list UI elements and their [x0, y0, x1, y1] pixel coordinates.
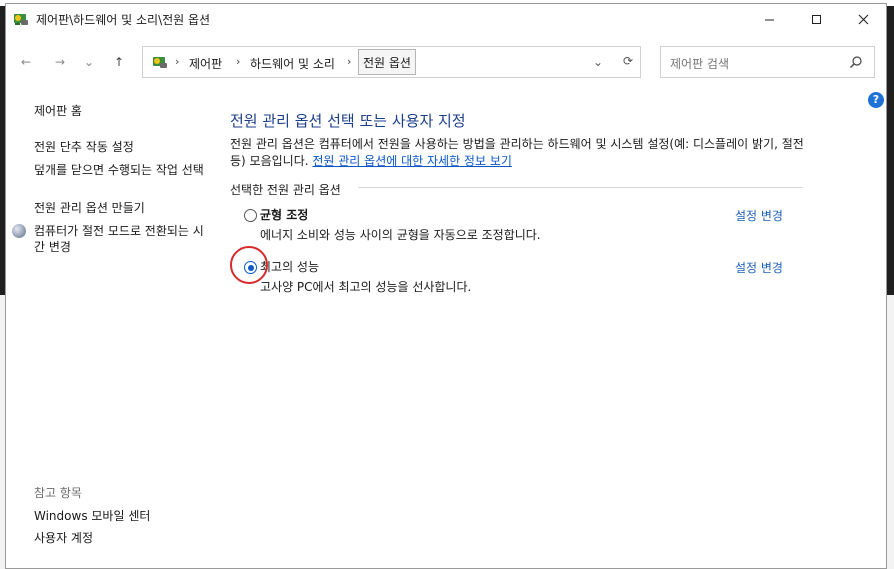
minimize-button[interactable]: [746, 4, 792, 34]
sidebar-item-home[interactable]: 제어판 홈: [34, 103, 82, 119]
more-info-link[interactable]: 전원 관리 옵션에 대한 자세한 정보 보기: [312, 154, 512, 168]
back-button[interactable]: ←: [14, 50, 38, 74]
breadcrumb-separator[interactable]: ›: [175, 55, 179, 68]
search-icon[interactable]: [849, 55, 863, 69]
close-icon: [858, 14, 868, 24]
control-panel-icon: [153, 57, 167, 68]
arrow-up-icon: ↑: [113, 55, 125, 69]
plan-balanced-change-settings[interactable]: 설정 변경: [735, 207, 783, 224]
control-panel-window: 제어판\하드웨어 및 소리\전원 옵션 ← → ⌄ ↑ › 제어판 › 하드웨어…: [5, 3, 887, 569]
search-box[interactable]: 제어판 검색: [660, 46, 875, 78]
plan-ultimate-description: 고사양 PC에서 최고의 성능을 선사합니다.: [260, 280, 472, 294]
page-description: 전원 관리 옵션은 컴퓨터에서 전원을 사용하는 방법을 관리하는 하드웨어 및…: [230, 136, 808, 170]
control-panel-icon: [14, 14, 28, 25]
sidebar-item-user-accounts[interactable]: 사용자 계정: [34, 530, 93, 546]
breadcrumb-control-panel[interactable]: 제어판: [189, 55, 222, 72]
title-bar[interactable]: 제어판\하드웨어 및 소리\전원 옵션: [6, 4, 886, 34]
plan-balanced-label[interactable]: 균형 조정: [260, 206, 308, 223]
window-title: 제어판\하드웨어 및 소리\전원 옵션: [36, 13, 211, 27]
sidebar-item-mobility-center[interactable]: Windows 모바일 센터: [34, 508, 150, 524]
close-button[interactable]: [840, 4, 886, 34]
maximize-icon: [811, 14, 821, 24]
plan-ultimate-label[interactable]: 최고의 성능: [260, 258, 319, 275]
breadcrumb-power-options[interactable]: 전원 옵션: [358, 49, 416, 75]
breadcrumb-separator[interactable]: ›: [347, 55, 351, 68]
help-icon[interactable]: ?: [868, 92, 884, 108]
search-input[interactable]: 제어판 검색: [670, 55, 729, 72]
maximize-button[interactable]: [793, 4, 839, 34]
breadcrumb-separator[interactable]: ›: [236, 55, 240, 68]
minimize-icon: [764, 19, 774, 20]
address-bar[interactable]: › 제어판 › 하드웨어 및 소리 › 전원 옵션 ⌄ ⟳: [142, 46, 641, 78]
sidebar-item-sleep-time[interactable]: 컴퓨터가 절전 모드로 전환되는 시간 변경: [34, 223, 204, 255]
navigation-row: ← → ⌄ ↑ › 제어판 › 하드웨어 및 소리 › 전원 옵션 ⌄ ⟳ 제어…: [6, 42, 886, 82]
highlight-annotation-circle: [230, 246, 268, 284]
sidebar-item-lid-close[interactable]: 덮개를 닫으면 수행되는 작업 선택: [34, 162, 204, 178]
arrow-right-icon: →: [54, 55, 66, 69]
recent-locations-button[interactable]: ⌄: [80, 50, 98, 74]
plan-balanced-description: 에너지 소비와 성능 사이의 균형을 자동으로 조정합니다.: [260, 228, 541, 242]
refresh-icon[interactable]: ⟳: [623, 54, 633, 68]
sidebar-item-create-plan[interactable]: 전원 관리 옵션 만들기: [34, 200, 145, 216]
address-dropdown-icon[interactable]: ⌄: [593, 55, 603, 69]
page-title: 전원 관리 옵션 선택 또는 사용자 지정: [230, 112, 466, 130]
section-label: 선택한 전원 관리 옵션: [230, 183, 341, 197]
breadcrumb-hardware-sound[interactable]: 하드웨어 및 소리: [250, 55, 335, 72]
chevron-down-icon: ⌄: [83, 55, 95, 69]
up-button[interactable]: ↑: [107, 50, 131, 74]
plan-ultimate-change-settings[interactable]: 설정 변경: [735, 259, 783, 276]
see-also-heading: 참고 항목: [34, 486, 82, 500]
sidebar-item-power-button[interactable]: 전원 단추 작동 설정: [34, 139, 134, 155]
sleep-moon-icon: [12, 224, 26, 238]
forward-button[interactable]: →: [48, 50, 72, 74]
arrow-left-icon: ←: [20, 55, 32, 69]
plan-balanced-radio[interactable]: [244, 209, 257, 222]
section-divider: [358, 187, 803, 188]
